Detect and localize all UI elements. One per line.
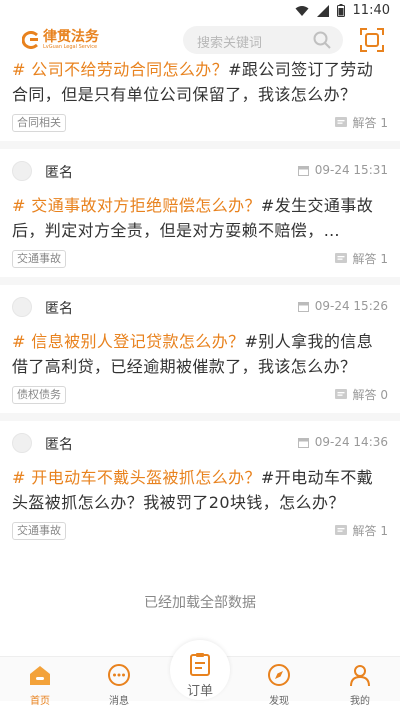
question-text[interactable]: # 信息被别人登记贷款怎么办？#别人拿我的信息借了高利贷，已经逾期被催款了，我该… bbox=[0, 329, 400, 379]
compass-icon bbox=[268, 664, 290, 686]
category-tag[interactable]: 债权债务 bbox=[12, 386, 66, 404]
chat-icon bbox=[108, 664, 130, 686]
post-date: 09-24 14:36 bbox=[297, 435, 388, 449]
post-date-label: 09-24 15:26 bbox=[314, 299, 388, 313]
question-title[interactable]: # 公司不给劳动合同怎么办？ bbox=[12, 60, 228, 79]
comment-icon bbox=[334, 524, 347, 535]
category-tag[interactable]: 交通事故 bbox=[12, 522, 66, 540]
home-icon bbox=[30, 666, 50, 685]
question-title[interactable]: # 信息被别人登记贷款怎么办？ bbox=[12, 332, 245, 351]
search-placeholder: 搜索关键词 bbox=[197, 36, 263, 51]
signal-icon bbox=[316, 4, 329, 17]
category-tag[interactable]: 合同相关 bbox=[12, 114, 66, 132]
scan-icon[interactable] bbox=[360, 28, 384, 52]
author-name: 匿名 bbox=[45, 437, 73, 453]
logo-mark-icon bbox=[22, 31, 38, 49]
comment-icon bbox=[334, 116, 347, 127]
question-item[interactable]: # 公司不给劳动合同怎么办？#跟公司签订了劳动合同，但是只有单位公司保留了，我该… bbox=[0, 57, 400, 149]
post-date: 09-24 15:31 bbox=[297, 163, 388, 177]
calendar-icon bbox=[297, 437, 309, 448]
wifi-icon bbox=[295, 5, 309, 16]
tab-orders-label: 订单 bbox=[186, 684, 213, 699]
question-item[interactable]: 匿名 09-24 15:31 # 交通事故对方拒绝赔偿怎么办？#发生交通事故后，… bbox=[0, 149, 400, 285]
calendar-icon bbox=[297, 165, 309, 176]
avatar bbox=[12, 161, 32, 181]
question-text[interactable]: # 开电动车不戴头盔被抓怎么办？#开电动车不戴头盔被抓怎么办？我被罚了20块钱，… bbox=[0, 465, 400, 515]
user-icon bbox=[350, 665, 370, 687]
question-text[interactable]: # 公司不给劳动合同怎么办？#跟公司签订了劳动合同，但是只有单位公司保留了，我该… bbox=[0, 57, 400, 107]
answer-count: 解答 1 bbox=[334, 114, 388, 131]
status-bar: 11:40 bbox=[0, 0, 400, 24]
comment-icon bbox=[334, 252, 347, 263]
answer-count-label: 解答 1 bbox=[352, 524, 388, 538]
search-input[interactable]: 搜索关键词 bbox=[183, 26, 343, 54]
question-title[interactable]: # 开电动车不戴头盔被抓怎么办？ bbox=[12, 468, 261, 487]
question-text[interactable]: # 交通事故对方拒绝赔偿怎么办？#发生交通事故后，判定对方全责，但是对方耍赖不赔… bbox=[0, 193, 400, 243]
question-item[interactable]: 匿名 09-24 15:26 # 信息被别人登记贷款怎么办？#别人拿我的信息借了… bbox=[0, 285, 400, 421]
author-name: 匿名 bbox=[45, 301, 73, 317]
answer-count: 解答 1 bbox=[334, 250, 388, 267]
search-icon[interactable] bbox=[313, 31, 331, 49]
answer-count-label: 解答 1 bbox=[352, 116, 388, 130]
logo-subtext: LvGuan Legal Service bbox=[43, 44, 98, 50]
answer-count-label: 解答 0 bbox=[352, 388, 388, 402]
post-date-label: 09-24 15:31 bbox=[314, 163, 388, 177]
question-title[interactable]: # 交通事故对方拒绝赔偿怎么办？ bbox=[12, 196, 261, 215]
app-logo: 律贯法务 LvGuan Legal Service bbox=[22, 30, 99, 50]
avatar bbox=[12, 433, 32, 453]
logo-text: 律贯法务 bbox=[43, 29, 99, 45]
order-icon bbox=[190, 653, 210, 676]
calendar-icon bbox=[297, 301, 309, 312]
avatar bbox=[12, 297, 32, 317]
question-list: # 公司不给劳动合同怎么办？#跟公司签订了劳动合同，但是只有单位公司保留了，我该… bbox=[0, 55, 400, 549]
loaded-all-text: 已经加载全部数据 bbox=[144, 595, 256, 611]
author-name: 匿名 bbox=[45, 165, 73, 181]
post-date: 09-24 15:26 bbox=[297, 299, 388, 313]
category-tag[interactable]: 交通事故 bbox=[12, 250, 66, 268]
comment-icon bbox=[334, 388, 347, 399]
post-date-label: 09-24 14:36 bbox=[314, 435, 388, 449]
status-time: 11:40 bbox=[352, 3, 390, 18]
tab-orders[interactable]: 订单 bbox=[170, 640, 230, 700]
answer-count-label: 解答 1 bbox=[352, 252, 388, 266]
answer-count: 解答 0 bbox=[334, 386, 388, 403]
answer-count: 解答 1 bbox=[334, 522, 388, 539]
question-item[interactable]: 匿名 09-24 14:36 # 开电动车不戴头盔被抓怎么办？#开电动车不戴头盔… bbox=[0, 421, 400, 549]
battery-icon bbox=[336, 4, 345, 17]
